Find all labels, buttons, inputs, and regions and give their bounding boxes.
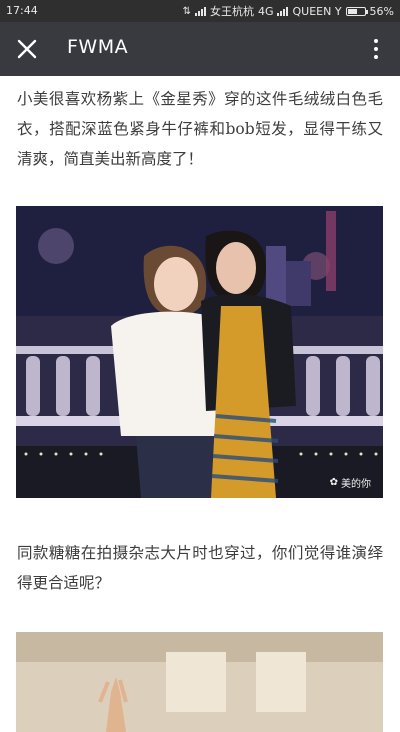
article-photo-1[interactable]: ✿ 美的你	[16, 206, 383, 498]
watermark-text: 美的你	[341, 479, 371, 490]
battery-percent: 56%	[369, 4, 394, 18]
more-vertical-icon-dot	[374, 55, 378, 59]
status-indicators: ⇅ 女王杭杭 4G QUEEN Y 56%	[183, 3, 394, 19]
page-title: FWMA	[67, 36, 129, 58]
signal-strength-icon	[194, 6, 206, 16]
network-type: 4G	[257, 4, 274, 18]
photo-illustration	[16, 206, 383, 498]
app-titlebar: FWMA	[0, 22, 400, 76]
data-transfer-icon: ⇅	[182, 5, 191, 17]
battery-fill	[347, 8, 357, 14]
more-options-button[interactable]	[364, 32, 388, 66]
carrier-name-2: QUEEN Y	[292, 4, 342, 18]
status-bar: 17:44 ⇅ 女王杭杭 4G QUEEN Y 56%	[0, 0, 400, 22]
article-photo-2[interactable]	[16, 632, 383, 732]
status-time: 17:44	[6, 4, 38, 17]
carrier-name-1: 女王杭杭	[209, 5, 254, 18]
more-vertical-icon-dot	[374, 47, 378, 51]
signal-strength-icon-2	[277, 6, 289, 16]
article-paragraph: 小美很喜欢杨紫上《金星秀》穿的这件毛绒绒白色毛衣，搭配深蓝色紧身牛仔裤和bob短…	[17, 90, 383, 168]
image-watermark: ✿ 美的你	[330, 475, 371, 490]
wechat-icon: ✿	[329, 477, 338, 488]
article-paragraph: 同款糖糖在拍摄杂志大片时也穿过，你们觉得谁演绎得更合适呢？	[17, 544, 383, 592]
photo-illustration-2	[16, 632, 383, 732]
close-icon	[17, 39, 37, 59]
battery-icon	[345, 6, 368, 16]
more-vertical-icon	[374, 39, 378, 43]
close-button[interactable]	[8, 30, 46, 68]
